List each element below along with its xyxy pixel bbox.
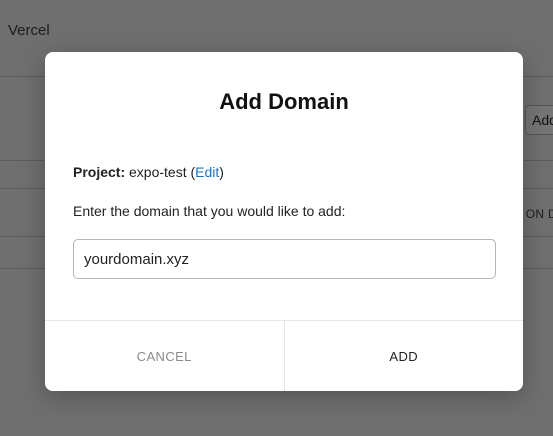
edit-paren-close: )	[219, 164, 224, 180]
background-add-button: Add	[525, 105, 553, 135]
domain-prompt: Enter the domain that you would like to …	[73, 203, 346, 219]
project-name: expo-test	[129, 164, 187, 180]
screen: Vercel Add ON D Add Domain Project: expo…	[0, 0, 553, 436]
project-label: Project:	[73, 164, 126, 180]
background-column-header: ON D	[525, 207, 553, 221]
dialog-footer: CANCEL ADD	[45, 320, 523, 391]
add-domain-dialog: Add Domain Project: expo-test (Edit) Ent…	[45, 52, 523, 391]
brand-name: Vercel	[8, 22, 50, 39]
dialog-title: Add Domain	[219, 89, 349, 114]
domain-input[interactable]	[73, 239, 496, 279]
edit-project-link[interactable]: Edit	[195, 164, 219, 180]
add-button[interactable]: ADD	[284, 321, 523, 391]
project-line: Project: expo-test (Edit)	[73, 164, 224, 180]
cancel-button[interactable]: CANCEL	[45, 321, 285, 391]
